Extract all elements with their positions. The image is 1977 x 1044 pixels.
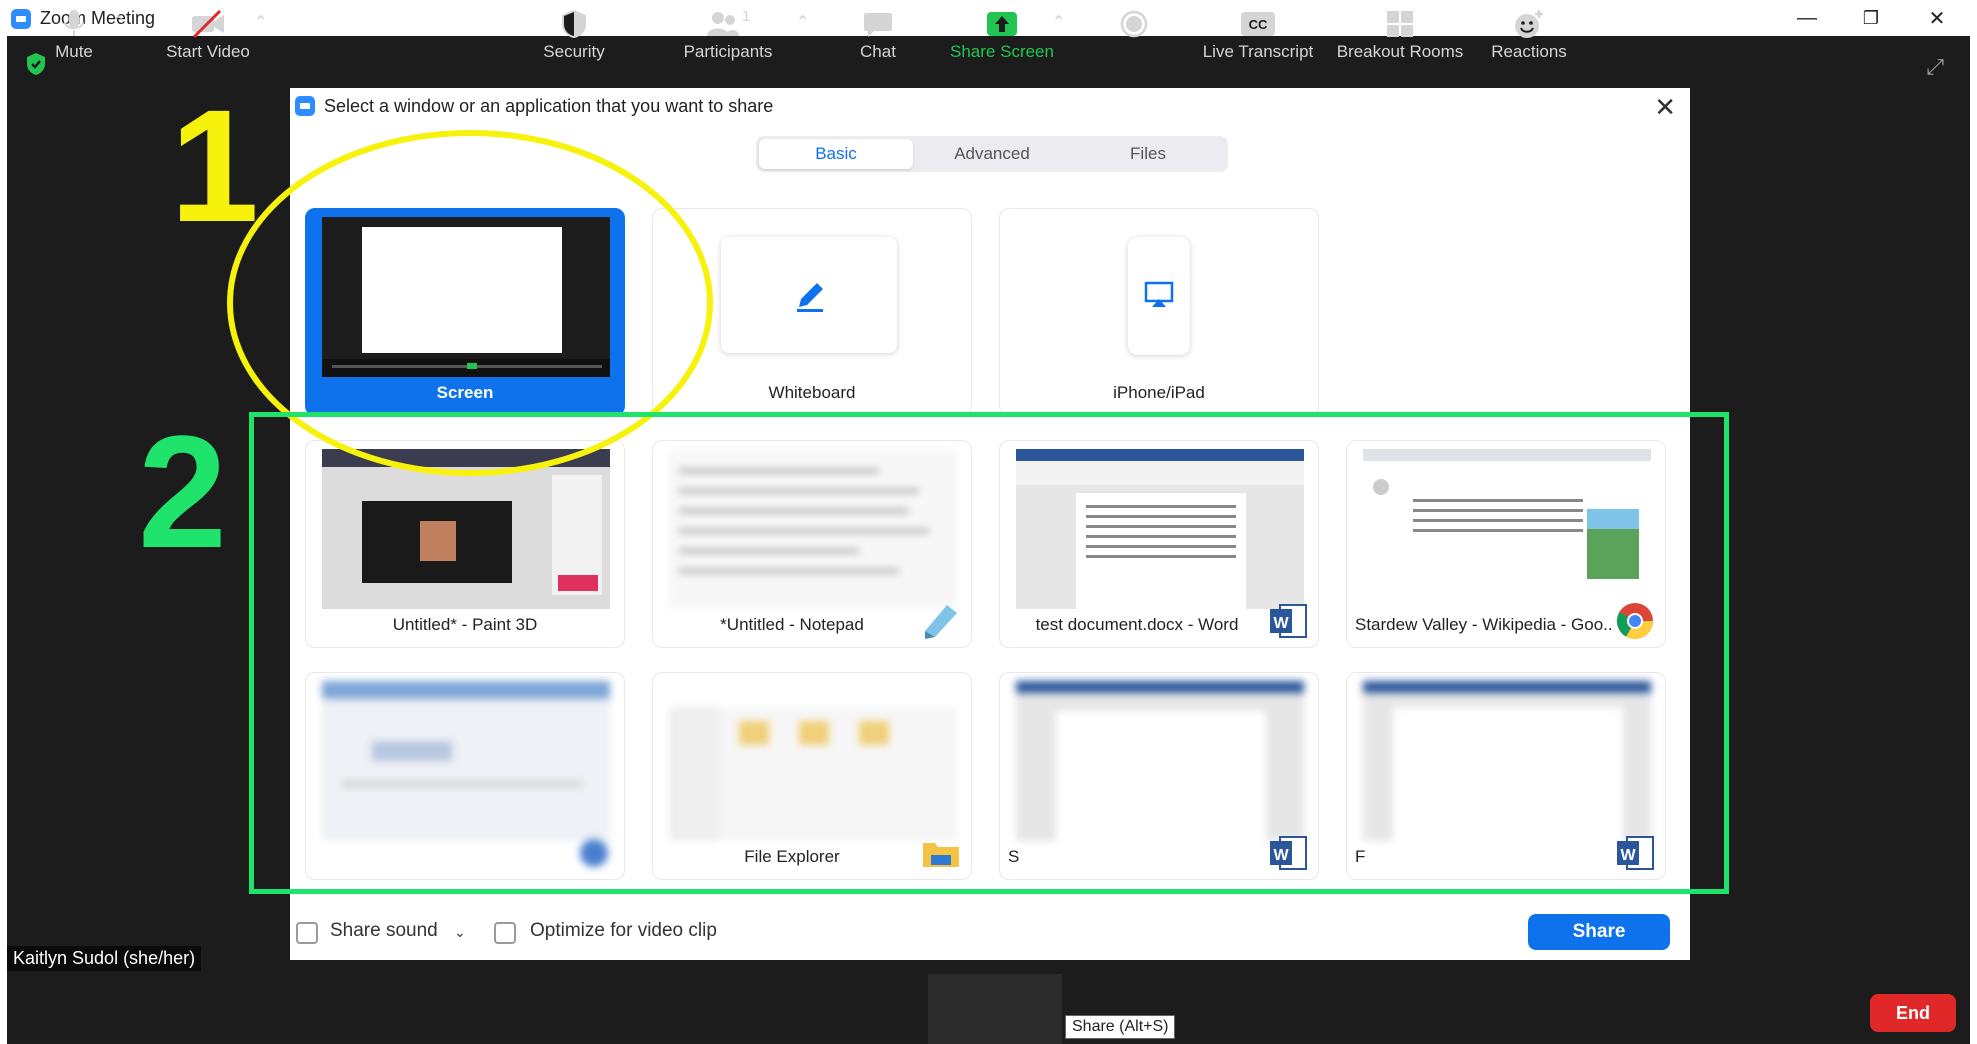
share-screen-highlight: [928, 974, 1062, 1044]
audio-options-caret-icon[interactable]: ⌃: [112, 12, 125, 32]
breakout-rooms-button[interactable]: Breakout Rooms: [1334, 6, 1466, 66]
start-video-button[interactable]: Start Video: [158, 6, 258, 66]
live-transcript-button[interactable]: CC Live Transcript: [1200, 6, 1316, 66]
participants-caret-icon[interactable]: ⌃: [796, 12, 809, 32]
reactions-label: Reactions: [1491, 42, 1567, 61]
share-sound-checkbox[interactable]: [296, 922, 318, 944]
live-transcript-label: Live Transcript: [1202, 42, 1314, 61]
share-sound-label: Share sound: [330, 920, 438, 941]
share-screen-button[interactable]: Share Screen: [948, 6, 1056, 66]
breakout-rooms-icon: [1387, 11, 1413, 37]
chat-button[interactable]: Chat: [848, 6, 908, 66]
share-screen-icon: [987, 12, 1017, 36]
video-off-icon: [192, 9, 224, 39]
dialog-title: Select a window or an application that y…: [324, 96, 774, 116]
participant-name-tag: Kaitlyn Sudol (she/her): [7, 946, 202, 971]
security-shield-icon: [562, 10, 586, 38]
participants-label: Participants: [683, 42, 773, 61]
close-window-button[interactable]: ✕: [1912, 2, 1962, 34]
participants-button[interactable]: 1 Participants: [676, 6, 780, 66]
minimize-button[interactable]: —: [1782, 2, 1832, 34]
share-button[interactable]: Share: [1528, 914, 1670, 950]
end-meeting-button[interactable]: End: [1870, 994, 1956, 1032]
participants-icon: [706, 12, 739, 36]
reactions-button[interactable]: Reactions: [1486, 6, 1572, 66]
microphone-icon: [64, 10, 84, 36]
optimize-video-checkbox[interactable]: [494, 922, 516, 944]
fullscreen-expand-icon[interactable]: ⤢: [1926, 54, 1944, 80]
share-sound-chevron-icon[interactable]: ⌄: [454, 924, 466, 941]
share-tooltip: Share (Alt+S): [1065, 1015, 1176, 1039]
annotation-green-rectangle: [249, 412, 1729, 894]
start-video-label: Start Video: [166, 42, 250, 61]
dialog-close-button[interactable]: ✕: [1654, 92, 1676, 123]
reactions-smiley-icon: [1515, 10, 1543, 38]
tab-files[interactable]: Files: [1071, 139, 1225, 169]
tab-advanced[interactable]: Advanced: [915, 139, 1069, 169]
breakout-rooms-label: Breakout Rooms: [1336, 42, 1464, 61]
tile-iphone-ipad[interactable]: iPhone/iPad: [999, 208, 1319, 416]
chat-bubble-icon: [864, 13, 892, 37]
share-screen-label: Share Screen: [950, 42, 1054, 61]
security-label: Security: [543, 42, 605, 61]
share-options-caret-icon[interactable]: ⌃: [1052, 12, 1065, 32]
tab-basic[interactable]: Basic: [759, 139, 913, 169]
share-tabs: Basic Advanced Files: [756, 136, 1228, 172]
participants-count: 1: [741, 7, 751, 25]
record-button[interactable]: [1114, 6, 1154, 66]
restore-button[interactable]: ❐: [1846, 2, 1896, 34]
zoom-app-icon: [11, 9, 31, 29]
pencil-icon: [797, 283, 823, 312]
optimize-video-label: Optimize for video clip: [530, 920, 717, 941]
tile-label: iPhone/iPad: [1113, 383, 1205, 402]
chat-label: Chat: [860, 42, 896, 61]
video-options-caret-icon[interactable]: ⌃: [254, 12, 267, 32]
zoom-dialog-icon: [295, 96, 315, 116]
closed-captions-icon: CC: [1241, 12, 1275, 36]
record-icon: [1120, 10, 1148, 38]
annotation-number-two: 2: [138, 402, 227, 581]
airplay-icon: [1144, 281, 1174, 307]
mute-label: Mute: [55, 42, 93, 61]
security-button[interactable]: Security: [534, 6, 614, 66]
mute-button[interactable]: Mute: [42, 6, 106, 66]
